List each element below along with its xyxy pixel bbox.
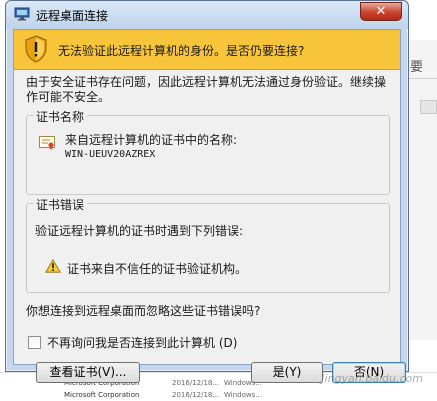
group-title: 证书名称 <box>33 108 88 125</box>
warning-triangle-icon <box>45 259 61 273</box>
confirm-question: 你想连接到远程桌面而忽略这些证书错误吗? <box>26 304 261 318</box>
list-item: Microsoft Corporation 2016/12/18... Wind… <box>64 391 262 399</box>
error-message: 证书来自不信任的证书验证机构。 <box>67 262 248 276</box>
yes-button[interactable]: 是(Y) <box>251 362 323 383</box>
certificate-icon <box>39 136 55 150</box>
view-certificate-button[interactable]: 查看证书(V)... <box>36 362 140 383</box>
background-side-text: 要 <box>410 60 424 75</box>
background-divider <box>408 78 437 79</box>
intro-text: 由于安全证书存在问题，因此远程计算机无法通过身份验证。继续操作可能不安全。 <box>26 75 387 104</box>
certificate-error-group: 证书错误 验证远程计算机的证书时遇到下列错误: 证书来自不信任的证书验证机构。 <box>26 196 390 293</box>
remote-desktop-icon <box>14 7 30 21</box>
title-bar[interactable]: 远程桌面连接 ✕ <box>6 1 408 29</box>
list-item-date: 2016/12/18... <box>172 379 220 387</box>
close-button[interactable]: ✕ <box>360 2 402 21</box>
group-title: 证书错误 <box>33 196 88 213</box>
dialog-body: 无法验证此远程计算机的身份。是否仍要连接? 由于安全证书存在问题，因此远程计算机… <box>13 29 406 383</box>
list-item-type: Windows... <box>224 391 262 399</box>
dont-ask-label[interactable]: 不再询问我是否连接到此计算机 (D) <box>47 334 237 351</box>
certificate-label: 来自远程计算机的证书中的名称: <box>65 133 238 147</box>
watermark: Jingyan.baidu.com <box>321 372 423 385</box>
list-item-name: Microsoft Corporation <box>64 391 140 399</box>
certificate-name-group: 证书名称 来自远程计算机的证书中的名称: WIN-UEUV20AZREX <box>26 108 390 195</box>
window-title: 远程桌面连接 <box>36 9 109 23</box>
error-intro: 验证远程计算机的证书时遇到下列错误: <box>35 224 244 238</box>
certificate-name-value: WIN-UEUV20AZREX <box>65 149 156 160</box>
banner-message: 无法验证此远程计算机的身份。是否仍要连接? <box>58 44 305 58</box>
background-panel <box>408 40 437 340</box>
rdp-certificate-dialog: 远程桌面连接 ✕ 无法验证此远程计算机的身份。是否仍要连接? 由于安全证书存在问… <box>5 0 409 383</box>
list-item-date: 2016/12/18... <box>172 391 220 399</box>
dont-ask-checkbox-row[interactable]: 不再询问我是否连接到此计算机 (D) <box>28 334 237 351</box>
background-box <box>420 100 437 114</box>
dont-ask-checkbox[interactable] <box>28 336 41 349</box>
warning-banner: 无法验证此远程计算机的身份。是否仍要连接? <box>14 30 400 70</box>
security-shield-icon <box>25 35 47 63</box>
